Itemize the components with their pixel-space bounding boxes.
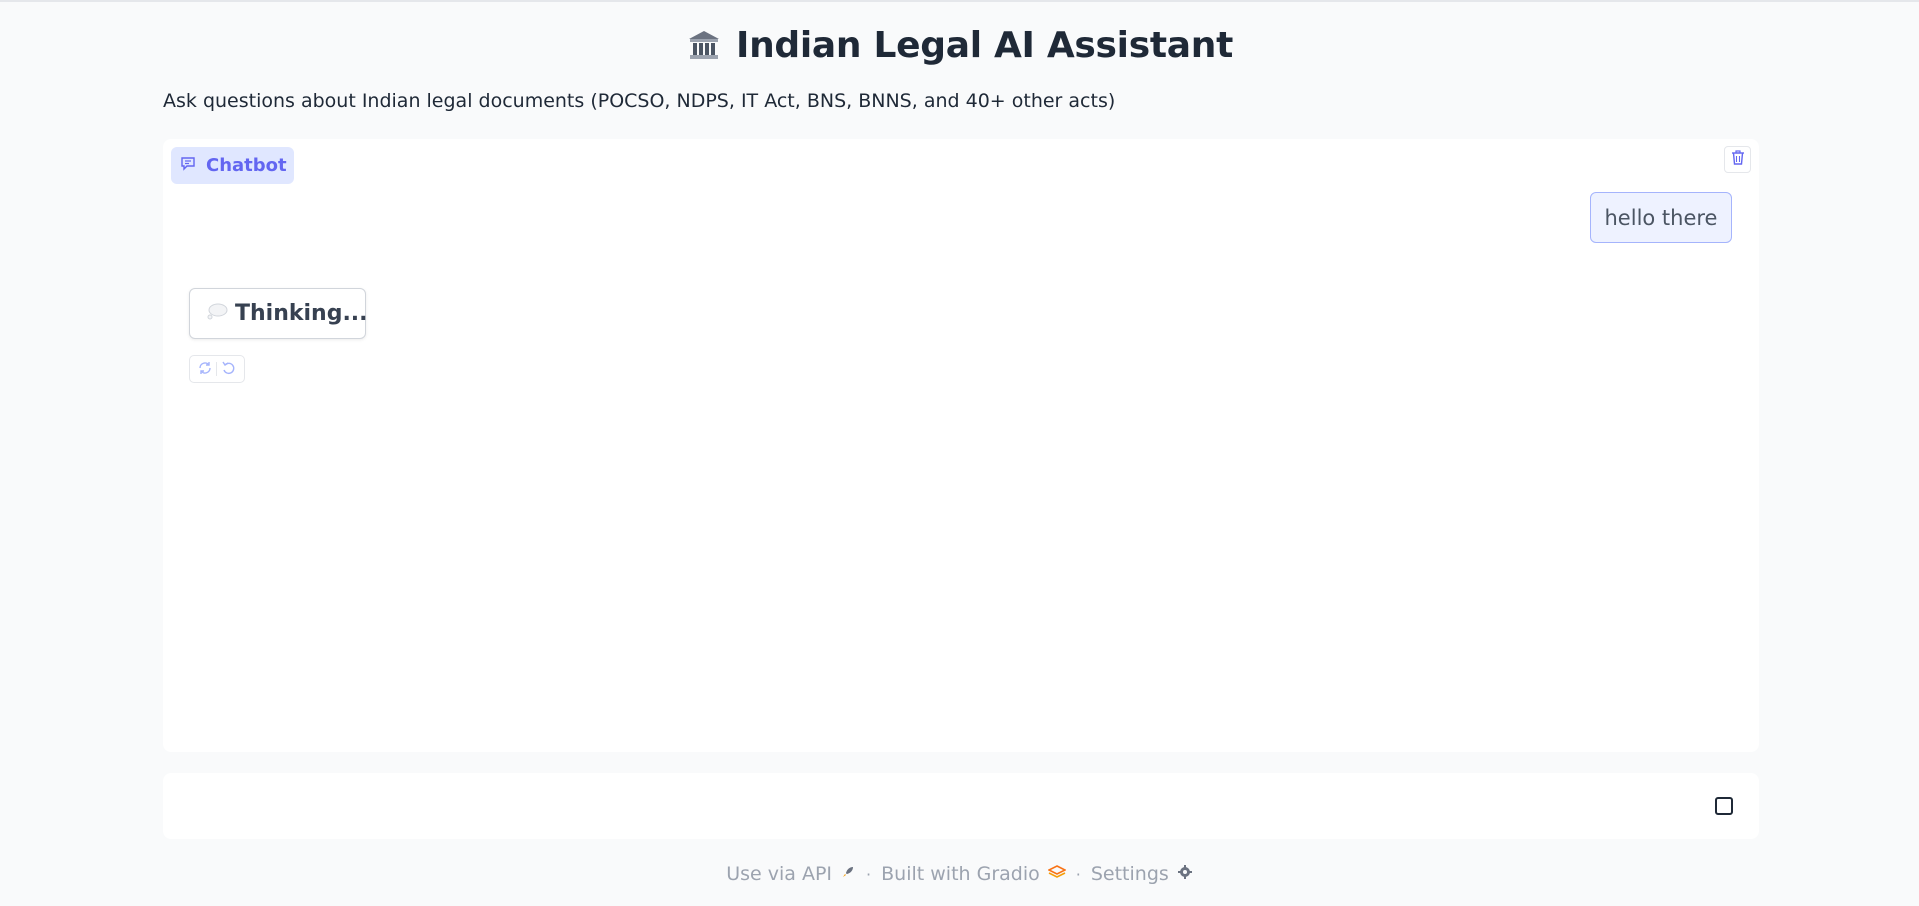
thought-bubble-icon: [206, 301, 228, 326]
stop-button[interactable]: [1713, 795, 1735, 817]
footer-separator: ·: [866, 864, 872, 884]
stop-icon: [1715, 797, 1733, 815]
footer-separator: ·: [1075, 864, 1081, 884]
settings-label: Settings: [1090, 863, 1169, 885]
chatbot-panel: Chatbot hello there Thinking...: [163, 139, 1759, 752]
action-separator: [216, 362, 218, 376]
built-with-gradio-label: Built with Gradio: [881, 863, 1040, 885]
built-with-gradio-link[interactable]: Built with Gradio: [881, 863, 1067, 885]
assistant-message: Thinking...: [189, 288, 368, 339]
user-message: hello there: [1590, 192, 1732, 243]
use-via-api-link[interactable]: Use via API: [726, 863, 856, 885]
use-via-api-label: Use via API: [726, 863, 833, 885]
undo-icon: [221, 360, 237, 379]
gradio-logo-icon: [1046, 863, 1067, 885]
header: Indian Legal AI Assistant: [0, 22, 1919, 68]
top-border: [0, 0, 1919, 2]
clear-chat-button[interactable]: [1724, 146, 1751, 173]
retry-icon: [197, 360, 213, 379]
trash-icon: [1731, 150, 1745, 169]
rocket-icon: [840, 863, 856, 885]
classical-building-icon: [686, 27, 722, 63]
footer: Use via API · Built with Gradio · Settin…: [0, 862, 1919, 886]
chatbot-label-text: Chatbot: [206, 155, 287, 176]
chat-input[interactable]: [177, 787, 1677, 825]
gear-icon: [1177, 863, 1193, 885]
assistant-message-text: Thinking...: [235, 301, 368, 326]
chatbot-label: Chatbot: [171, 147, 294, 184]
retry-button[interactable]: [195, 359, 215, 379]
chat-icon: [180, 155, 196, 176]
page-title: Indian Legal AI Assistant: [736, 24, 1233, 66]
undo-button[interactable]: [219, 359, 239, 379]
message-actions: [189, 355, 245, 383]
input-panel: [163, 773, 1759, 839]
settings-link[interactable]: Settings: [1091, 863, 1193, 885]
page-subtitle: Ask questions about Indian legal documen…: [163, 90, 1116, 112]
